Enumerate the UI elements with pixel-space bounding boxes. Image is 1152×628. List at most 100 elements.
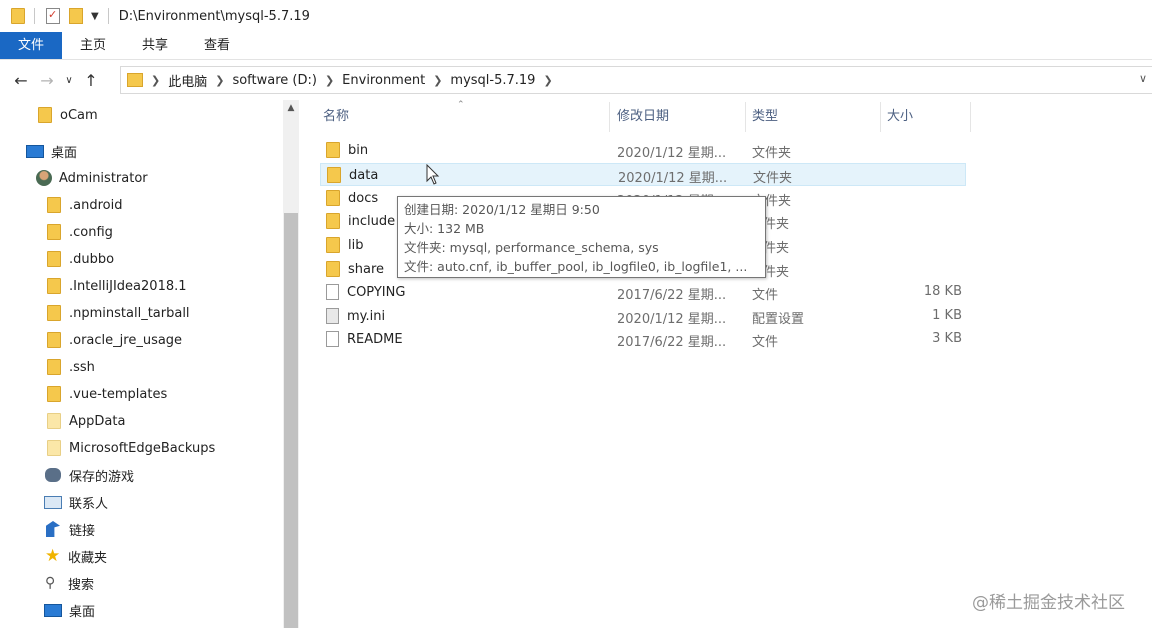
forward-arrow-icon[interactable]: → [34, 71, 60, 90]
chevron-right-icon[interactable]: ❯ [433, 74, 442, 87]
mouse-cursor-icon [426, 164, 440, 185]
sidebar-item-contacts[interactable]: 联系人 [44, 491, 108, 513]
folder-icon[interactable] [11, 8, 25, 24]
sidebar-item-label: 链接 [69, 523, 96, 539]
file-type: 配置设置 [752, 312, 805, 327]
file-name: COPYING [347, 284, 406, 300]
sidebar-item-saved-games[interactable]: 保存的游戏 [45, 464, 134, 486]
title-bar: ▼ D:\Environment\mysql-5.7.19 [0, 0, 1152, 32]
sidebar-item-appdata[interactable]: AppData [47, 410, 125, 432]
column-header-type[interactable]: 类型 [745, 100, 880, 134]
file-type: 文件 [752, 335, 779, 350]
breadcrumb-mysql[interactable]: mysql-5.7.19 [450, 73, 535, 88]
watermark: @稀土掘金技术社区 [972, 593, 1125, 613]
file-name: include [348, 213, 396, 229]
navigation-bar: ← → ∨ ↑ ❯ 此电脑 ❯ software (D:) ❯ Environm… [0, 62, 1152, 98]
folder-icon [47, 440, 61, 456]
file-type: 文件 [752, 288, 779, 303]
sidebar-item-favorites[interactable]: ★ 收藏夹 [45, 545, 107, 567]
tooltip-files: 文件: auto.cnf, ib_buffer_pool, ib_logfile… [404, 259, 748, 274]
desktop-icon [44, 603, 62, 617]
address-history-chevron-icon[interactable]: ∨ [1139, 72, 1147, 85]
customize-toolbar-icon[interactable]: ▼ [91, 11, 99, 22]
address-bar[interactable]: ❯ 此电脑 ❯ software (D:) ❯ Environment ❯ my… [120, 66, 1152, 94]
sidebar-item-edge-backups[interactable]: MicrosoftEdgeBackups [47, 437, 215, 459]
file-name: docs [348, 190, 379, 206]
file-type: 件夹 [763, 217, 790, 232]
breadcrumb-this-pc[interactable]: 此电脑 [168, 71, 207, 90]
sidebar-item-vue-templates[interactable]: .vue-templates [47, 383, 167, 405]
tab-home[interactable]: 主页 [62, 32, 124, 59]
ribbon-tabs: 文件 主页 共享 查看 [0, 32, 1152, 60]
file-date: 2017/6/22 星期... [617, 335, 727, 350]
tab-file[interactable]: 文件 [0, 32, 62, 59]
sidebar-item-ssh[interactable]: .ssh [47, 356, 95, 378]
file-name: bin [348, 142, 369, 158]
sidebar-item-desktop[interactable]: 桌面 [26, 140, 77, 162]
column-header-date[interactable]: 修改日期 [610, 100, 745, 134]
table-row[interactable]: my.ini 2020/1/12 星期... 配置设置 1 KB [320, 305, 966, 328]
folder-icon [326, 261, 340, 277]
sidebar-item-label: MicrosoftEdgeBackups [69, 440, 216, 456]
settings-file-icon [326, 308, 339, 324]
sidebar-item-label: 桌面 [51, 145, 78, 161]
sidebar-item-desktop-2[interactable]: 桌面 [44, 599, 95, 621]
new-folder-icon[interactable] [69, 8, 83, 24]
folder-icon [47, 251, 61, 267]
column-divider[interactable] [970, 102, 971, 132]
column-header-name[interactable]: 名称 [316, 100, 609, 134]
contacts-icon [44, 495, 62, 509]
column-header-size[interactable]: 大小 [880, 100, 970, 134]
file-name: my.ini [347, 308, 386, 324]
file-type: 件夹 [763, 265, 790, 280]
folder-icon [326, 213, 340, 229]
breadcrumb-drive[interactable]: software (D:) [232, 73, 317, 88]
sidebar-item-dubbo[interactable]: .dubbo [47, 248, 114, 270]
table-row[interactable]: README 2017/6/22 星期... 文件 3 KB [320, 328, 966, 351]
sidebar-item-label: 收藏夹 [68, 550, 108, 566]
sidebar-item-label: 保存的游戏 [69, 469, 135, 485]
sidebar-item-config[interactable]: .config [47, 221, 113, 243]
folder-icon [47, 278, 61, 294]
sidebar-item-npminstall[interactable]: .npminstall_tarball [47, 302, 190, 324]
chevron-down-icon[interactable]: ∨ [60, 75, 78, 86]
file-icon [326, 284, 339, 300]
back-arrow-icon[interactable]: ← [8, 71, 34, 90]
sidebar-item-label: oCam [60, 107, 98, 123]
navigation-scrollbar[interactable]: ▲ [283, 100, 299, 628]
chevron-right-icon[interactable]: ❯ [151, 74, 160, 87]
scrollbar-thumb[interactable] [284, 213, 298, 628]
sidebar-item-intellijidea[interactable]: .IntelliJIdea2018.1 [47, 275, 187, 297]
sidebar-item-label: 桌面 [69, 604, 96, 620]
chevron-right-icon[interactable]: ❯ [543, 74, 552, 87]
file-type: 文件夹 [753, 171, 793, 186]
breadcrumb-environment[interactable]: Environment [342, 73, 425, 88]
sidebar-item-ocam[interactable]: oCam [38, 104, 98, 126]
chevron-right-icon[interactable]: ❯ [325, 74, 334, 87]
sidebar-item-android[interactable]: .android [47, 194, 122, 216]
sidebar-item-searches[interactable]: ⚲ 搜索 [45, 572, 94, 594]
table-row[interactable]: COPYING 2017/6/22 星期... 文件 18 KB [320, 281, 966, 304]
scroll-up-icon[interactable]: ▲ [283, 103, 299, 113]
file-name: README [347, 331, 403, 347]
table-row[interactable]: bin 2020/1/12 星期... 文件夹 [320, 139, 966, 162]
user-icon [36, 170, 52, 186]
sidebar-item-links[interactable]: 链接 [46, 518, 95, 540]
sidebar-item-label: .IntelliJIdea2018.1 [69, 278, 187, 294]
properties-icon[interactable] [46, 8, 60, 24]
file-date: 2017/6/22 星期... [617, 288, 727, 303]
folder-icon [38, 107, 52, 123]
toolbar-divider [107, 8, 109, 24]
table-row[interactable]: data 2020/1/12 星期... 文件夹 [320, 163, 966, 186]
file-type: 文件夹 [752, 146, 792, 161]
sidebar-item-administrator[interactable]: Administrator [36, 167, 148, 189]
tab-share[interactable]: 共享 [124, 32, 186, 59]
file-icon [326, 331, 339, 347]
folder-icon [127, 73, 143, 87]
star-icon: ★ [45, 546, 61, 566]
tab-view[interactable]: 查看 [186, 32, 248, 59]
chevron-right-icon[interactable]: ❯ [215, 74, 224, 87]
sidebar-item-oracle-jre[interactable]: .oracle_jre_usage [47, 329, 182, 351]
file-size: 3 KB [932, 331, 962, 346]
up-arrow-icon[interactable]: ↑ [78, 71, 104, 90]
